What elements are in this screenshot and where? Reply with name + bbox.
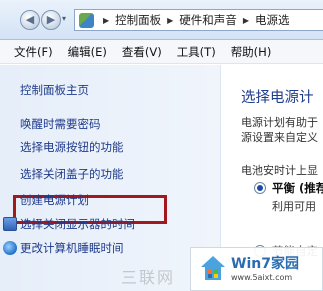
breadcrumb-hardware-sound[interactable]: 硬件和声音 (179, 12, 237, 28)
control-panel-home-link[interactable]: 控制面板主页 (20, 82, 89, 98)
page-title: 选择电源计 (241, 90, 314, 106)
forward-arrow-icon[interactable]: ▶ (41, 10, 61, 30)
description-line-1: 电源计划有助于 (241, 116, 318, 129)
back-arrow-icon[interactable]: ◀ (20, 10, 40, 30)
menu-help[interactable]: 帮助(H) (231, 44, 272, 60)
breadcrumb-power-options[interactable]: 电源选 (255, 12, 290, 28)
menu-tools[interactable]: 工具(T) (177, 44, 216, 60)
house-logo-icon (201, 256, 225, 280)
recent-pages-chevron-icon[interactable]: ▾ (62, 14, 66, 23)
breadcrumb-control-panel[interactable]: 控制面板 (115, 12, 161, 28)
description-line-2: 源设置来自定义 (241, 131, 318, 144)
sleep-time-link[interactable]: 更改计算机睡眠时间 (20, 240, 124, 256)
plan-balanced-description: 利用可用 (272, 200, 316, 213)
menu-bar: 文件(F) 编辑(E) 查看(V) 工具(T) 帮助(H) (0, 40, 323, 64)
watermark-url: www.5aixt.com (231, 273, 293, 282)
create-power-plan-link[interactable]: 创建电源计划 (20, 192, 89, 208)
plan-balanced-label[interactable]: 平衡 (推荐 (272, 180, 323, 196)
breadcrumb[interactable]: ▶ 控制面板 ▶ 硬件和声音 ▶ 电源选 (74, 9, 323, 31)
address-bar: ◀ ▶ ▾ ▶ 控制面板 ▶ 硬件和声音 ▶ 电源选 (0, 0, 323, 40)
menu-view[interactable]: 查看(V) (122, 44, 162, 60)
menu-file[interactable]: 文件(F) (14, 44, 53, 60)
watermark-title: Win7家园 (231, 256, 299, 272)
breadcrumb-separator-icon[interactable]: ▶ (167, 16, 173, 25)
plan-balanced-radio[interactable] (254, 182, 266, 194)
watermark-text: 三联网 (121, 268, 176, 287)
control-panel-icon (79, 12, 94, 28)
sleep-icon (3, 241, 17, 255)
choose-lid-close-link[interactable]: 选择关闭盖子的功能 (20, 166, 124, 182)
task-pane: 控制面板主页 唤醒时需要密码 选择电源按钮的功能 选择关闭盖子的功能 创建电源计… (0, 65, 220, 291)
choose-power-button-link[interactable]: 选择电源按钮的功能 (20, 139, 124, 155)
breadcrumb-separator-icon[interactable]: ▶ (243, 16, 249, 25)
menu-edit[interactable]: 编辑(E) (68, 44, 107, 60)
site-watermark: Win7家园 www.5aixt.com (190, 247, 323, 291)
battery-label: 电池安时计上显 (241, 164, 318, 177)
display-off-time-link[interactable]: 选择关闭显示器的时间 (20, 216, 135, 232)
display-icon (3, 217, 17, 231)
breadcrumb-separator-icon[interactable]: ▶ (103, 16, 109, 25)
require-password-link[interactable]: 唤醒时需要密码 (20, 116, 101, 132)
